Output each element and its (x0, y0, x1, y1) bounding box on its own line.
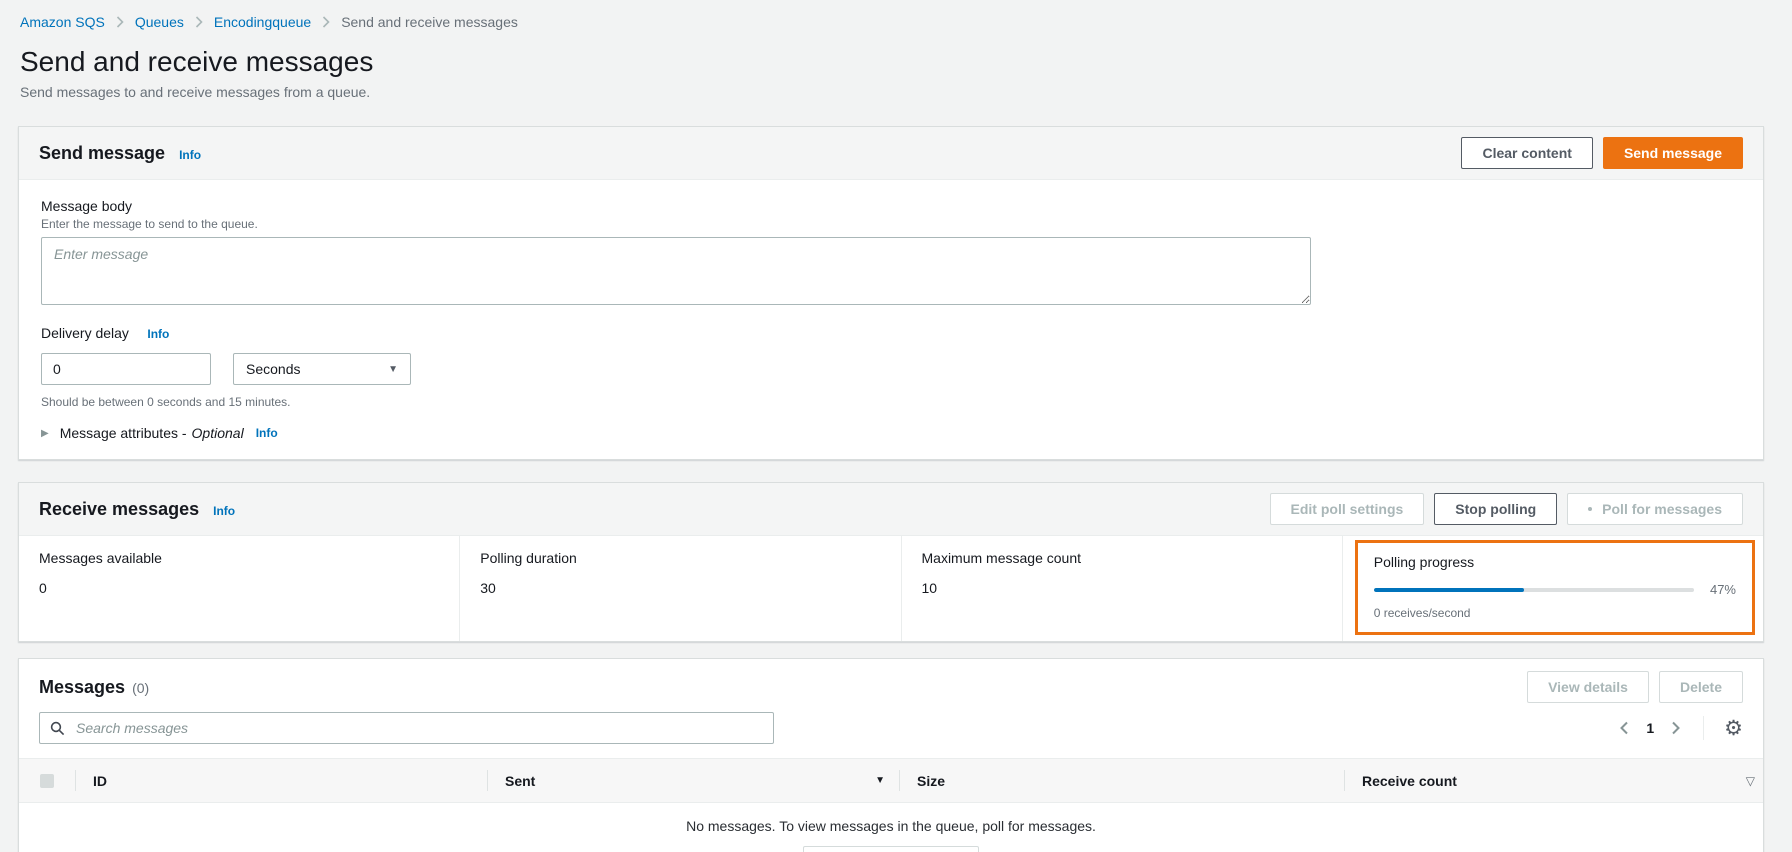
column-label: Size (917, 773, 945, 789)
sqs-send-receive-page: Amazon SQS Queues Encodingqueue Send and… (0, 0, 1792, 852)
breadcrumb-queues[interactable]: Queues (135, 14, 184, 30)
breadcrumb-amazon-sqs[interactable]: Amazon SQS (20, 14, 105, 30)
message-attributes-label: Message attributes - (60, 425, 187, 441)
polling-progress-bar-track (1374, 588, 1694, 592)
messages-toolbar: 1 ⚙ (19, 703, 1763, 744)
loading-spinner-icon (1588, 507, 1592, 511)
chevron-right-icon (322, 16, 330, 28)
stat-label: Maximum message count (922, 550, 1322, 566)
messages-table-card: Messages (0) View details Delete 1 (18, 658, 1764, 852)
empty-state: No messages. To view messages in the que… (19, 803, 1763, 852)
column-header-sent[interactable]: Sent ▼ (487, 759, 899, 802)
delete-button[interactable]: Delete (1659, 671, 1743, 703)
gear-icon[interactable]: ⚙ (1724, 718, 1743, 739)
messages-table-header: ID Sent ▼ Size Receive count ▽ (19, 758, 1763, 803)
delivery-delay-constraint: Should be between 0 seconds and 15 minut… (41, 395, 1741, 409)
send-message-card: Send message Info Clear content Send mes… (18, 126, 1764, 460)
column-label: ID (93, 773, 107, 789)
chevron-right-icon (116, 16, 124, 28)
delivery-delay-label: Delivery delay (41, 325, 129, 341)
delivery-delay-info-link[interactable]: Info (147, 327, 169, 341)
breadcrumb: Amazon SQS Queues Encodingqueue Send and… (18, 8, 1764, 30)
stat-polling-duration: Polling duration 30 (459, 536, 900, 641)
send-message-card-header: Send message Info Clear content Send mes… (19, 127, 1763, 180)
messages-count-badge: (0) (132, 680, 149, 696)
chevron-right-icon (1671, 721, 1681, 735)
message-body-description: Enter the message to send to the queue. (41, 217, 1741, 231)
messages-title: Messages (39, 677, 125, 698)
chevron-down-icon: ▼ (388, 364, 398, 375)
edit-poll-settings-button[interactable]: Edit poll settings (1270, 493, 1425, 525)
sort-neutral-icon[interactable]: ▽ (1746, 774, 1755, 788)
column-label: Receive count (1362, 773, 1457, 789)
stat-value: 10 (922, 580, 1322, 596)
search-input[interactable] (74, 719, 763, 737)
message-body-label: Message body (41, 198, 1741, 214)
stat-label: Messages available (39, 550, 439, 566)
stat-polling-progress: Polling progress 47% 0 receives/second (1342, 536, 1763, 641)
polling-progress-bar-fill (1374, 588, 1525, 592)
toolbar-divider (1703, 716, 1704, 740)
stat-maximum-message-count: Maximum message count 10 (901, 536, 1342, 641)
delivery-delay-unit-value: Seconds (246, 361, 300, 377)
receive-messages-card: Receive messages Info Edit poll settings… (18, 482, 1764, 642)
stop-polling-button[interactable]: Stop polling (1434, 493, 1557, 525)
polling-stats-row: Messages available 0 Polling duration 30… (19, 536, 1763, 641)
stat-value: 30 (480, 580, 880, 596)
sort-descending-icon[interactable]: ▼ (875, 775, 885, 786)
polling-progress-percent: 47% (1710, 582, 1736, 597)
view-details-button[interactable]: View details (1527, 671, 1649, 703)
stat-label: Polling duration (480, 550, 880, 566)
empty-state-text: No messages. To view messages in the que… (19, 818, 1763, 834)
breadcrumb-current: Send and receive messages (341, 14, 518, 30)
message-attributes-expander[interactable]: ▶ Message attributes - Optional Info (41, 425, 1741, 441)
column-header-size[interactable]: Size (899, 759, 1344, 802)
page-title: Send and receive messages (20, 46, 1764, 78)
receive-messages-title: Receive messages (39, 499, 199, 520)
send-message-title: Send message (39, 143, 165, 164)
receive-messages-card-header: Receive messages Info Edit poll settings… (19, 483, 1763, 536)
column-header-receive-count[interactable]: Receive count ▽ (1344, 759, 1763, 802)
send-message-button[interactable]: Send message (1603, 137, 1743, 169)
column-header-id[interactable]: ID (75, 759, 487, 802)
poll-for-messages-label: Poll for messages (1602, 499, 1722, 519)
select-all-checkbox-cell (19, 774, 75, 788)
delivery-delay-unit-select[interactable]: Seconds ▼ (233, 353, 411, 385)
send-message-card-body: Message body Enter the message to send t… (19, 180, 1763, 459)
poll-for-messages-empty-button[interactable]: Poll for messages (803, 846, 979, 852)
message-attributes-info-link[interactable]: Info (256, 426, 278, 440)
expander-triangle-icon: ▶ (41, 428, 49, 439)
breadcrumb-encodingqueue[interactable]: Encodingqueue (214, 14, 311, 30)
polling-progress-highlight-box: Polling progress 47% 0 receives/second (1355, 540, 1755, 635)
stat-messages-available: Messages available 0 (19, 536, 459, 641)
next-page-button[interactable] (1669, 719, 1683, 737)
chevron-left-icon (1619, 721, 1629, 735)
previous-page-button[interactable] (1617, 719, 1631, 737)
polling-progress-label: Polling progress (1374, 554, 1736, 570)
poll-for-messages-button[interactable]: Poll for messages (1567, 493, 1743, 525)
column-label: Sent (505, 773, 535, 789)
delivery-delay-input[interactable] (41, 353, 211, 385)
send-message-info-link[interactable]: Info (179, 148, 201, 162)
clear-content-button[interactable]: Clear content (1461, 137, 1592, 169)
message-body-textarea[interactable] (41, 237, 1311, 305)
pagination: 1 ⚙ (1617, 716, 1743, 740)
polling-progress-rate: 0 receives/second (1374, 606, 1736, 620)
chevron-right-icon (195, 16, 203, 28)
search-box[interactable] (39, 712, 774, 744)
search-icon (50, 721, 65, 736)
messages-header: Messages (0) View details Delete (19, 659, 1763, 703)
page-subtitle: Send messages to and receive messages fr… (20, 84, 1764, 100)
message-attributes-optional: Optional (192, 425, 244, 441)
current-page-number[interactable]: 1 (1646, 720, 1654, 736)
select-all-checkbox[interactable] (40, 774, 54, 788)
receive-messages-info-link[interactable]: Info (213, 504, 235, 518)
stat-value: 0 (39, 580, 439, 596)
